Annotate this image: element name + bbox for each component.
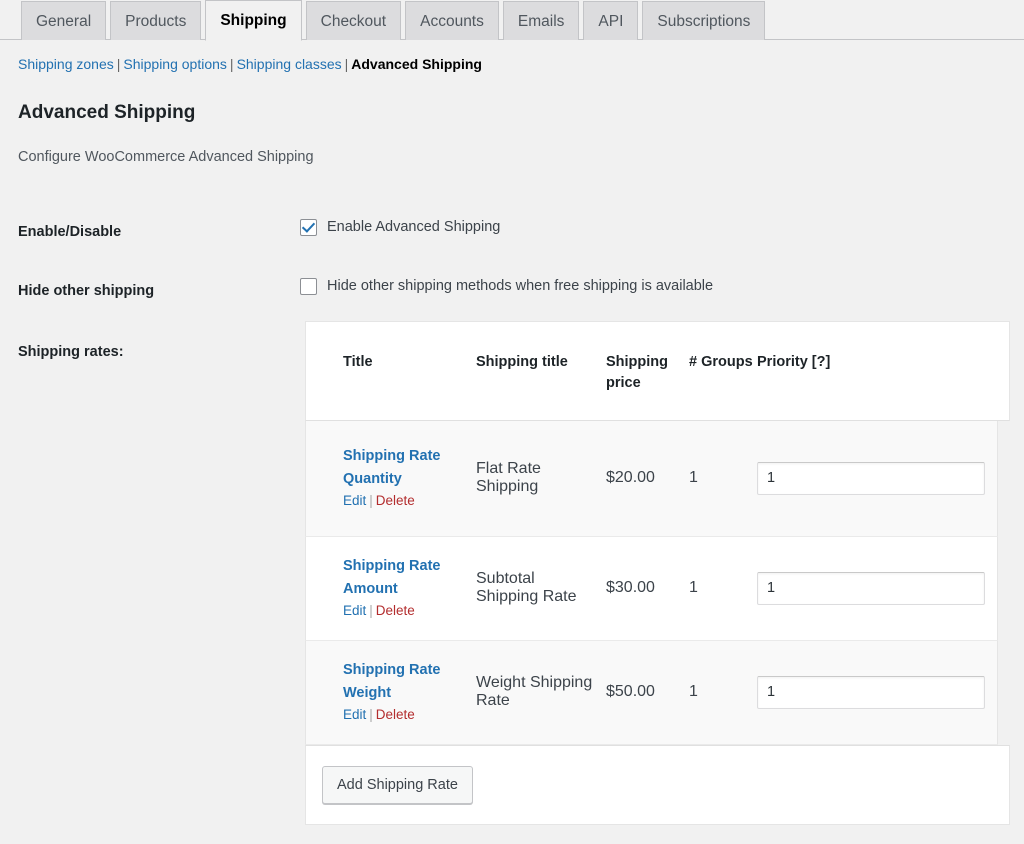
cell-title: Shipping Rate Weight Edit|Delete bbox=[343, 659, 476, 725]
settings-form-table: Enable/Disable Enable Advanced Shipping … bbox=[0, 203, 1024, 825]
column-header-shipping-title[interactable]: Shipping title bbox=[476, 352, 606, 394]
hide-other-shipping-control[interactable]: Hide other shipping methods when free sh… bbox=[300, 277, 1014, 297]
cell-title: Shipping Rate Quantity Edit|Delete bbox=[343, 445, 476, 511]
subnav-separator: | bbox=[114, 56, 124, 72]
edit-link[interactable]: Edit bbox=[343, 603, 366, 618]
row-hide-other-shipping: Hide other shipping Hide other shipping … bbox=[0, 262, 1024, 321]
delete-link[interactable]: Delete bbox=[376, 493, 415, 508]
page-description: Configure WooCommerce Advanced Shipping bbox=[18, 147, 1024, 167]
tab-api[interactable]: API bbox=[583, 1, 638, 40]
add-shipping-rate-button[interactable]: Add Shipping Rate bbox=[322, 766, 473, 805]
tab-emails[interactable]: Emails bbox=[503, 1, 580, 40]
label-hide-other-shipping: Hide other shipping bbox=[0, 262, 300, 321]
column-header-groups[interactable]: # Groups bbox=[689, 352, 757, 394]
cell-groups-count: 1 bbox=[689, 469, 757, 487]
hide-other-shipping-checkbox[interactable] bbox=[300, 278, 317, 295]
page-title: Advanced Shipping bbox=[18, 101, 1024, 126]
delete-link[interactable]: Delete bbox=[376, 707, 415, 722]
settings-tabs: General Products Shipping Checkout Accou… bbox=[21, 0, 1024, 40]
label-shipping-rates: Shipping rates: bbox=[0, 321, 300, 826]
action-separator: | bbox=[366, 603, 376, 618]
tab-products[interactable]: Products bbox=[110, 1, 201, 40]
delete-link[interactable]: Delete bbox=[376, 603, 415, 618]
priority-input[interactable] bbox=[757, 572, 985, 605]
table-row: Shipping Rate Quantity Edit|Delete Flat … bbox=[305, 421, 998, 537]
column-header-shipping-price[interactable]: Shipping price bbox=[606, 352, 689, 394]
label-enable-disable: Enable/Disable bbox=[0, 203, 300, 262]
cell-shipping-title: Flat Rate Shipping bbox=[476, 460, 606, 496]
rate-title-link[interactable]: Shipping Rate Amount bbox=[343, 555, 468, 600]
cell-shipping-title: Weight Shipping Rate bbox=[476, 674, 606, 710]
column-header-title[interactable]: Title bbox=[343, 352, 476, 394]
tab-checkout[interactable]: Checkout bbox=[306, 1, 401, 40]
column-header-priority[interactable]: Priority [?] bbox=[757, 352, 1024, 394]
action-separator: | bbox=[366, 707, 376, 722]
cell-hide-other-shipping: Hide other shipping methods when free sh… bbox=[300, 262, 1024, 321]
cell-priority bbox=[757, 572, 997, 605]
row-actions: Edit|Delete bbox=[343, 601, 468, 621]
enable-advanced-shipping-label: Enable Advanced Shipping bbox=[327, 218, 500, 238]
cell-title: Shipping Rate Amount Edit|Delete bbox=[343, 555, 476, 621]
tab-general[interactable]: General bbox=[21, 1, 106, 40]
enable-advanced-shipping-checkbox[interactable] bbox=[300, 219, 317, 236]
cell-groups-count: 1 bbox=[689, 683, 757, 701]
tab-accounts[interactable]: Accounts bbox=[405, 1, 499, 40]
edit-link[interactable]: Edit bbox=[343, 493, 366, 508]
shipping-rates-footer: Add Shipping Rate bbox=[305, 745, 1010, 826]
subnav-separator: | bbox=[342, 56, 352, 72]
subnav-item-shipping-zones[interactable]: Shipping zones bbox=[18, 56, 114, 72]
row-enable-disable: Enable/Disable Enable Advanced Shipping bbox=[0, 203, 1024, 262]
shipping-subnav: Shipping zones|Shipping options|Shipping… bbox=[0, 40, 1024, 74]
subnav-item-advanced-shipping[interactable]: Advanced Shipping bbox=[351, 56, 482, 72]
tab-subscriptions[interactable]: Subscriptions bbox=[642, 1, 765, 40]
edit-link[interactable]: Edit bbox=[343, 707, 366, 722]
row-shipping-rates: Shipping rates: Title Shipping title Shi… bbox=[0, 321, 1024, 826]
cell-enable-disable: Enable Advanced Shipping bbox=[300, 203, 1024, 262]
cell-shipping-price: $20.00 bbox=[606, 469, 689, 487]
subnav-item-shipping-options[interactable]: Shipping options bbox=[123, 56, 227, 72]
tab-shipping[interactable]: Shipping bbox=[205, 0, 301, 41]
rate-title-link[interactable]: Shipping Rate Weight bbox=[343, 659, 468, 704]
cell-shipping-price: $30.00 bbox=[606, 579, 689, 597]
priority-input[interactable] bbox=[757, 462, 985, 495]
action-separator: | bbox=[366, 493, 376, 508]
hide-other-shipping-label: Hide other shipping methods when free sh… bbox=[327, 277, 713, 297]
row-actions: Edit|Delete bbox=[343, 491, 468, 511]
priority-input[interactable] bbox=[757, 676, 985, 709]
cell-shipping-rates: Title Shipping title Shipping price # Gr… bbox=[300, 321, 1024, 826]
cell-groups-count: 1 bbox=[689, 579, 757, 597]
row-actions: Edit|Delete bbox=[343, 705, 468, 725]
settings-tab-bar: General Products Shipping Checkout Accou… bbox=[0, 0, 1024, 40]
cell-priority bbox=[757, 676, 997, 709]
subnav-separator: | bbox=[227, 56, 237, 72]
table-row: Shipping Rate Amount Edit|Delete Subtota… bbox=[305, 537, 998, 641]
enable-advanced-shipping-control[interactable]: Enable Advanced Shipping bbox=[300, 218, 1014, 238]
cell-shipping-price: $50.00 bbox=[606, 683, 689, 701]
rate-title-link[interactable]: Shipping Rate Quantity bbox=[343, 445, 468, 490]
cell-shipping-title: Subtotal Shipping Rate bbox=[476, 570, 606, 606]
cell-priority bbox=[757, 462, 997, 495]
subnav-item-shipping-classes[interactable]: Shipping classes bbox=[237, 56, 342, 72]
shipping-rates-panel: Title Shipping title Shipping price # Gr… bbox=[305, 321, 1010, 826]
shipping-rates-table-header: Title Shipping title Shipping price # Gr… bbox=[305, 321, 1010, 421]
table-row: Shipping Rate Weight Edit|Delete Weight … bbox=[305, 641, 998, 745]
